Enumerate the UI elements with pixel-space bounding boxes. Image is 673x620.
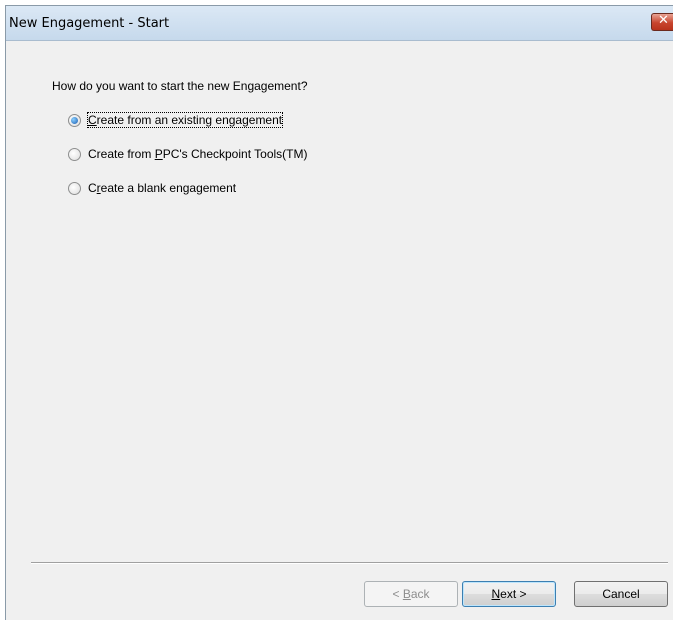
close-icon: ✕ <box>658 13 669 28</box>
option-label-checkpoint[interactable]: Create from PPC's Checkpoint Tools(TM) <box>88 147 307 161</box>
option-label-blank[interactable]: Create a blank engagement <box>88 181 236 195</box>
next-button[interactable]: Next > <box>462 581 556 607</box>
new-engagement-dialog: New Engagement - Start ✕ How do you want… <box>5 5 673 620</box>
cancel-button[interactable]: Cancel <box>574 581 668 607</box>
dialog-title: New Engagement - Start <box>9 16 170 31</box>
dialog-content: How do you want to start the new Engagem… <box>6 41 673 620</box>
back-button[interactable]: < Back <box>364 581 458 607</box>
title-bar[interactable]: New Engagement - Start ✕ <box>6 6 673 41</box>
option-create-blank[interactable]: Create a blank engagement <box>68 181 236 195</box>
option-create-from-checkpoint[interactable]: Create from PPC's Checkpoint Tools(TM) <box>68 147 307 161</box>
close-button[interactable]: ✕ <box>651 13 673 31</box>
radio-blank-engagement[interactable] <box>68 181 81 195</box>
radio-existing-engagement[interactable] <box>68 113 81 127</box>
radio-checkpoint-tools[interactable] <box>68 147 81 161</box>
option-label-existing[interactable]: Create from an existing engagement <box>86 112 284 128</box>
question-label: How do you want to start the new Engagem… <box>52 79 308 93</box>
option-create-from-existing[interactable]: Create from an existing engagement <box>68 112 284 128</box>
button-divider <box>31 562 668 564</box>
